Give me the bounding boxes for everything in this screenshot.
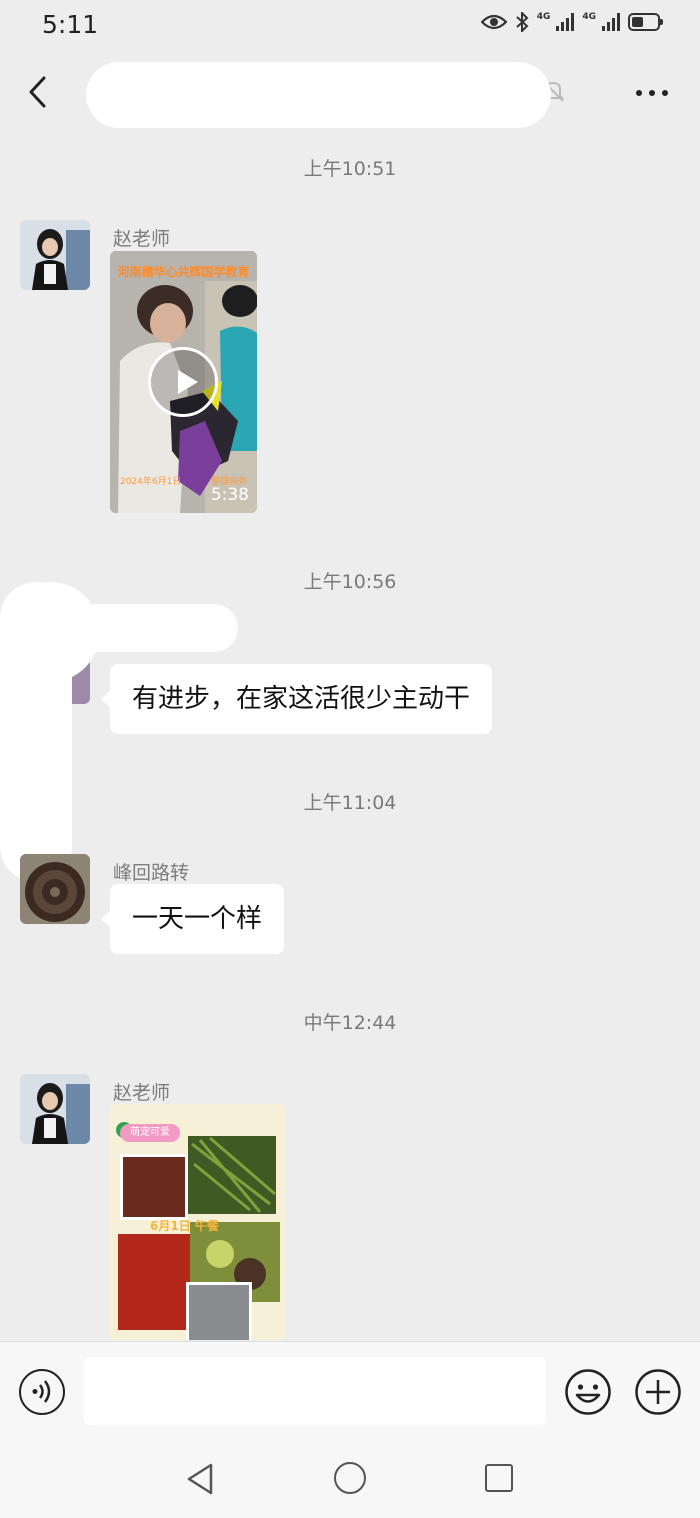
nav-recent-icon[interactable] bbox=[485, 1464, 513, 1492]
emoji-icon[interactable] bbox=[564, 1368, 612, 1416]
network-type-1: 4G bbox=[536, 12, 551, 22]
eye-icon bbox=[480, 14, 507, 30]
message-bubble[interactable]: 一天一个样 bbox=[100, 884, 285, 954]
image-label: 6月1日 午餐 bbox=[150, 1219, 219, 1233]
more-dots-icon[interactable] bbox=[634, 86, 670, 100]
image-message[interactable]: 萌宠可爱 6月1日 午餐 bbox=[110, 1104, 285, 1340]
bluetooth-icon bbox=[516, 12, 529, 32]
avatar[interactable] bbox=[20, 220, 90, 290]
timestamp: 中午12:44 bbox=[303, 1012, 397, 1034]
network-type-2: 4G bbox=[582, 12, 596, 22]
voice-icon[interactable] bbox=[19, 1369, 65, 1415]
video-date: 2024年6月1日 bbox=[120, 477, 182, 487]
sender-name: 峰回路转 bbox=[113, 862, 190, 884]
plus-icon[interactable] bbox=[634, 1368, 682, 1416]
status-icons: 4G 4G bbox=[480, 12, 663, 32]
signal-icon-1 bbox=[556, 13, 575, 31]
status-time: 5:11 bbox=[42, 10, 99, 39]
chat-title bbox=[86, 62, 551, 128]
signal-icon-2 bbox=[602, 13, 620, 31]
battery-icon bbox=[628, 13, 663, 31]
play-icon[interactable] bbox=[148, 347, 218, 417]
video-message[interactable]: 河南穗华心共辉国学教育 2024年6月1日 整理内务 5:38 bbox=[110, 251, 257, 513]
avatar[interactable] bbox=[20, 1074, 90, 1144]
nav-back-icon[interactable] bbox=[185, 1462, 215, 1496]
nav-home-icon[interactable] bbox=[334, 1462, 366, 1494]
message-bubble[interactable]: 有进步，在家这活很少主动干 bbox=[100, 664, 493, 734]
video-duration: 5:38 bbox=[210, 485, 249, 505]
timestamp: 上午10:51 bbox=[303, 158, 397, 180]
redaction bbox=[0, 582, 100, 682]
sender-name: 赵老师 bbox=[113, 1082, 171, 1104]
image-tag: 萌宠可爱 bbox=[120, 1124, 180, 1142]
timestamp: 上午11:04 bbox=[303, 792, 397, 814]
avatar[interactable] bbox=[20, 854, 90, 924]
video-caption: 河南穗华心共辉国学教育 bbox=[117, 265, 250, 279]
timestamp: 上午10:56 bbox=[303, 571, 397, 593]
battery-fill bbox=[632, 17, 643, 27]
sender-name: 赵老师 bbox=[113, 228, 171, 250]
message-input[interactable] bbox=[84, 1357, 546, 1425]
chevron-left-icon[interactable] bbox=[24, 72, 54, 112]
